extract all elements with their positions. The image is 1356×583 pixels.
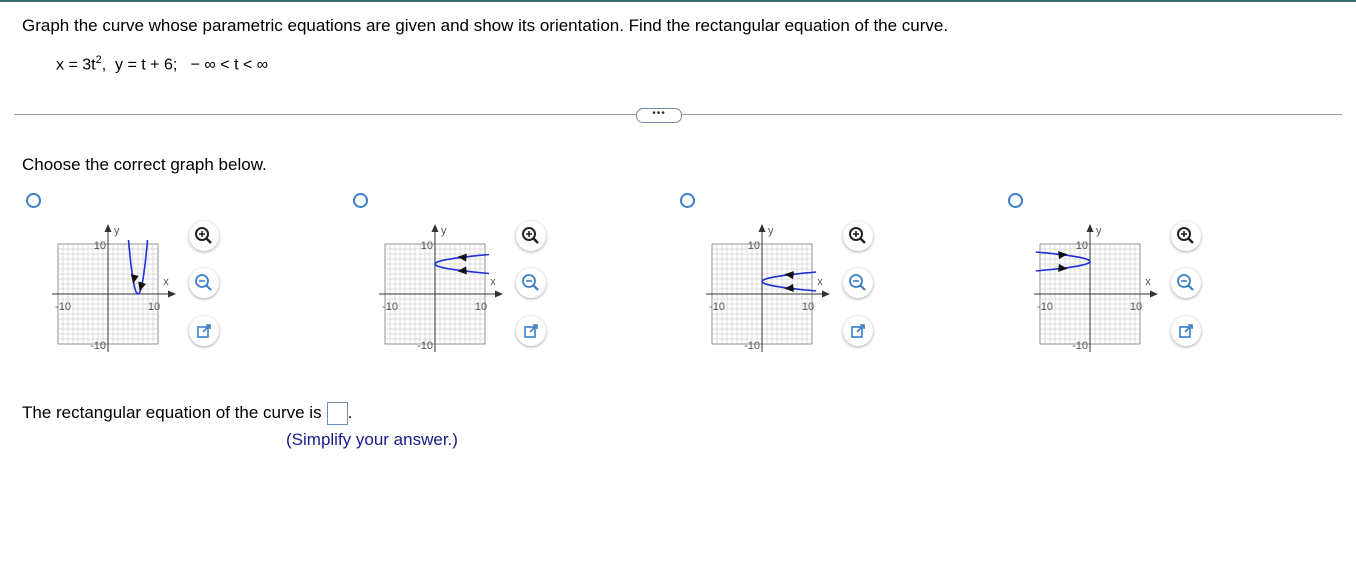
graph-option-d: y x 10 -10 -10 10: [1034, 224, 1158, 352]
zoom-in-button-c[interactable]: [843, 221, 873, 251]
zoom-in-icon: [1177, 227, 1194, 244]
zoom-out-button-b[interactable]: [516, 268, 546, 298]
popout-icon: [1179, 324, 1193, 338]
tick-label-bottom: -10: [417, 340, 433, 352]
tick-label-bottom: -10: [90, 340, 106, 352]
tick-label-top: 10: [748, 240, 760, 252]
tick-label-right: 10: [475, 301, 487, 313]
graph-option-c: y x 10 -10 -10 10: [706, 224, 830, 352]
simplify-hint: (Simplify your answer.): [286, 430, 458, 449]
graph-option-b: y x 10 -10 -10 10: [379, 224, 503, 352]
answer-input[interactable]: [326, 402, 348, 425]
answer-label: The rectangular equation of the curve is: [22, 402, 322, 422]
tick-label-top: 10: [94, 240, 106, 252]
zoom-out-icon: [1177, 274, 1194, 291]
tick-label-right: 10: [802, 301, 814, 313]
popout-button-b[interactable]: [516, 316, 546, 346]
tick-label-left: -10: [709, 301, 725, 313]
tick-label-right: 10: [1130, 301, 1142, 313]
tick-label-bottom: -10: [744, 340, 760, 352]
popout-button-d[interactable]: [1171, 316, 1201, 346]
zoom-in-icon: [849, 227, 866, 244]
answer-suffix: .: [347, 402, 353, 422]
y-axis-label: y: [1096, 225, 1102, 237]
popout-icon: [851, 324, 865, 338]
zoom-in-button-d[interactable]: [1171, 221, 1201, 251]
x-axis-label: x: [490, 276, 496, 288]
x-axis-label: x: [163, 276, 169, 288]
tick-label-left: -10: [1037, 301, 1053, 313]
zoom-in-icon: [522, 227, 539, 244]
answer-row: The rectangular equation of the curve is…: [22, 402, 352, 425]
x-axis-label: x: [1145, 276, 1151, 288]
zoom-in-button-b[interactable]: [516, 221, 546, 251]
question-text: Graph the curve whose parametric equatio…: [22, 16, 949, 35]
tick-label-right: 10: [148, 301, 160, 313]
radio-option-c[interactable]: [680, 193, 695, 208]
y-axis-label: y: [114, 225, 120, 237]
popout-icon: [524, 324, 538, 338]
tick-label-top: 10: [421, 240, 433, 252]
y-axis-label: y: [441, 225, 447, 237]
tick-label-left: -10: [55, 301, 71, 313]
radio-option-a[interactable]: [26, 193, 41, 208]
zoom-out-button-a[interactable]: [189, 268, 219, 298]
zoom-out-icon: [195, 274, 212, 291]
tick-label-top: 10: [1076, 240, 1088, 252]
more-button[interactable]: •••: [636, 108, 682, 123]
tick-label-left: -10: [382, 301, 398, 313]
zoom-in-icon: [195, 227, 212, 244]
zoom-out-icon: [522, 274, 539, 291]
radio-option-d[interactable]: [1008, 193, 1023, 208]
popout-button-a[interactable]: [189, 316, 219, 346]
zoom-out-button-d[interactable]: [1171, 268, 1201, 298]
equation-x: x = 3t: [56, 56, 96, 74]
tick-label-bottom: -10: [1072, 340, 1088, 352]
zoom-in-button-a[interactable]: [189, 221, 219, 251]
graph-option-a: y x 10 -10 -10 10: [52, 224, 176, 352]
popout-icon: [197, 324, 211, 338]
zoom-out-icon: [849, 274, 866, 291]
popout-button-c[interactable]: [843, 316, 873, 346]
radio-option-b[interactable]: [353, 193, 368, 208]
zoom-out-button-c[interactable]: [843, 268, 873, 298]
choose-graph-prompt: Choose the correct graph below.: [22, 155, 267, 174]
x-axis-label: x: [817, 276, 823, 288]
parametric-equations: x = 3t2, y = t + 6; − ∞ < t < ∞: [56, 54, 268, 74]
y-axis-label: y: [768, 225, 774, 237]
equation-rest: , y = t + 6; − ∞ < t < ∞: [101, 56, 269, 74]
top-border: [0, 0, 1356, 2]
